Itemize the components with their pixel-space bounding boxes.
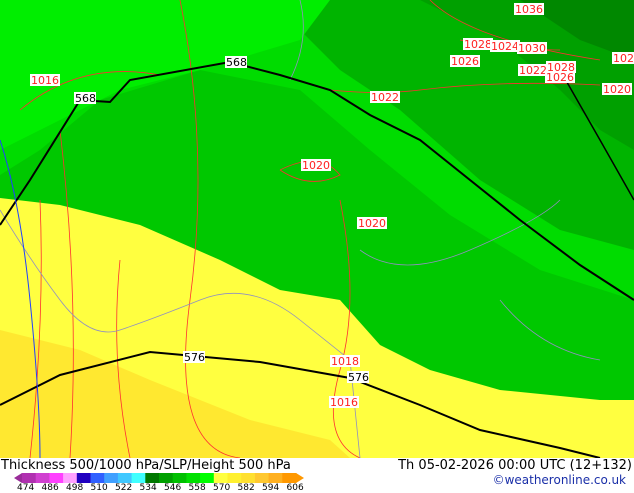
legend-tick: 534: [139, 483, 157, 493]
legend-tick: 606: [286, 483, 304, 493]
svg-text:1022: 1022: [519, 64, 547, 77]
legend-swatch: [117, 473, 133, 483]
svg-text:576: 576: [184, 351, 205, 364]
slp-label: 1036: [514, 3, 544, 16]
legend-swatch: [49, 473, 64, 483]
slp-label: 1030: [517, 42, 547, 55]
svg-text:1022: 1022: [371, 91, 399, 104]
legend-tick: 510: [90, 483, 108, 493]
svg-text:568: 568: [75, 92, 96, 105]
svg-text:1026: 1026: [451, 55, 479, 68]
legend-swatch: [22, 473, 37, 483]
slp-label: 1022: [370, 91, 400, 104]
slp-label: 1016: [329, 396, 359, 409]
legend-tick: 558: [188, 483, 206, 493]
legend-swatch: [35, 473, 50, 483]
svg-text:1016: 1016: [330, 396, 358, 409]
slp-label: 1020: [301, 159, 331, 172]
legend-swatch: [254, 473, 270, 483]
map-title: Thickness 500/1000 hPa/SLP/Height 500 hP…: [1, 458, 291, 473]
legend-swatch: [227, 473, 242, 483]
svg-text:1020: 1020: [603, 83, 631, 96]
valid-time: Th 05-02-2026 00:00 UTC (12+132): [398, 458, 632, 473]
svg-text:102: 102: [613, 52, 634, 65]
legend-swatch: [131, 473, 146, 483]
svg-text:568: 568: [226, 56, 247, 69]
svg-text:1026: 1026: [546, 71, 574, 84]
slp-label: 102: [612, 52, 634, 65]
height-label: 568: [225, 56, 247, 69]
legend-tick: 570: [213, 483, 231, 493]
legend-tick: 594: [262, 483, 280, 493]
height-label: 576: [347, 371, 369, 384]
legend-swatch: [241, 473, 256, 483]
svg-text:1018: 1018: [331, 355, 359, 368]
credit-link[interactable]: ©weatheronline.co.uk: [493, 473, 626, 487]
legend-arrow: [296, 473, 304, 483]
legend-tick: 582: [237, 483, 255, 493]
svg-text:1024: 1024: [491, 40, 519, 53]
legend-swatch: [63, 473, 78, 483]
legend-swatch: [200, 473, 215, 483]
legend-swatch: [268, 473, 283, 483]
svg-text:1036: 1036: [515, 3, 543, 16]
legend-swatch: [172, 473, 187, 483]
slp-label: 1020: [357, 217, 387, 230]
legend-swatch: [76, 473, 91, 483]
svg-text:1020: 1020: [358, 217, 386, 230]
legend-tick: 486: [41, 483, 59, 493]
height-label: 568: [74, 92, 96, 105]
slp-label: 1028: [463, 38, 493, 51]
svg-text:1020: 1020: [302, 159, 330, 172]
slp-label: 1026: [545, 71, 575, 84]
slp-label: 1026: [450, 55, 480, 68]
slp-label: 1024: [490, 40, 520, 53]
legend-swatch: [159, 473, 174, 483]
color-legend: [14, 473, 304, 483]
legend-tick: 498: [66, 483, 84, 493]
slp-label: 1020: [602, 83, 632, 96]
slp-label: 1018: [330, 355, 360, 368]
legend-swatch: [282, 473, 297, 483]
legend-tick: 522: [115, 483, 133, 493]
legend-swatch: [213, 473, 228, 483]
svg-text:1028: 1028: [464, 38, 492, 51]
svg-text:1016: 1016: [31, 74, 59, 87]
legend-swatch: [104, 473, 119, 483]
svg-text:576: 576: [348, 371, 369, 384]
footer: Thickness 500/1000 hPa/SLP/Height 500 hP…: [0, 458, 634, 493]
slp-label: 1016: [30, 74, 60, 87]
legend-tick: 474: [17, 483, 35, 493]
weather-map: 568 568 576 576 1036 1028 1024 1030 1026…: [0, 0, 634, 458]
height-label: 576: [183, 351, 205, 364]
legend-swatch: [145, 473, 160, 483]
legend-swatch: [14, 473, 22, 483]
legend-swatch: [186, 473, 201, 483]
svg-text:1030: 1030: [518, 42, 546, 55]
legend-swatch: [90, 473, 105, 483]
legend-tick: 546: [164, 483, 182, 493]
slp-label: 1022: [518, 64, 548, 77]
